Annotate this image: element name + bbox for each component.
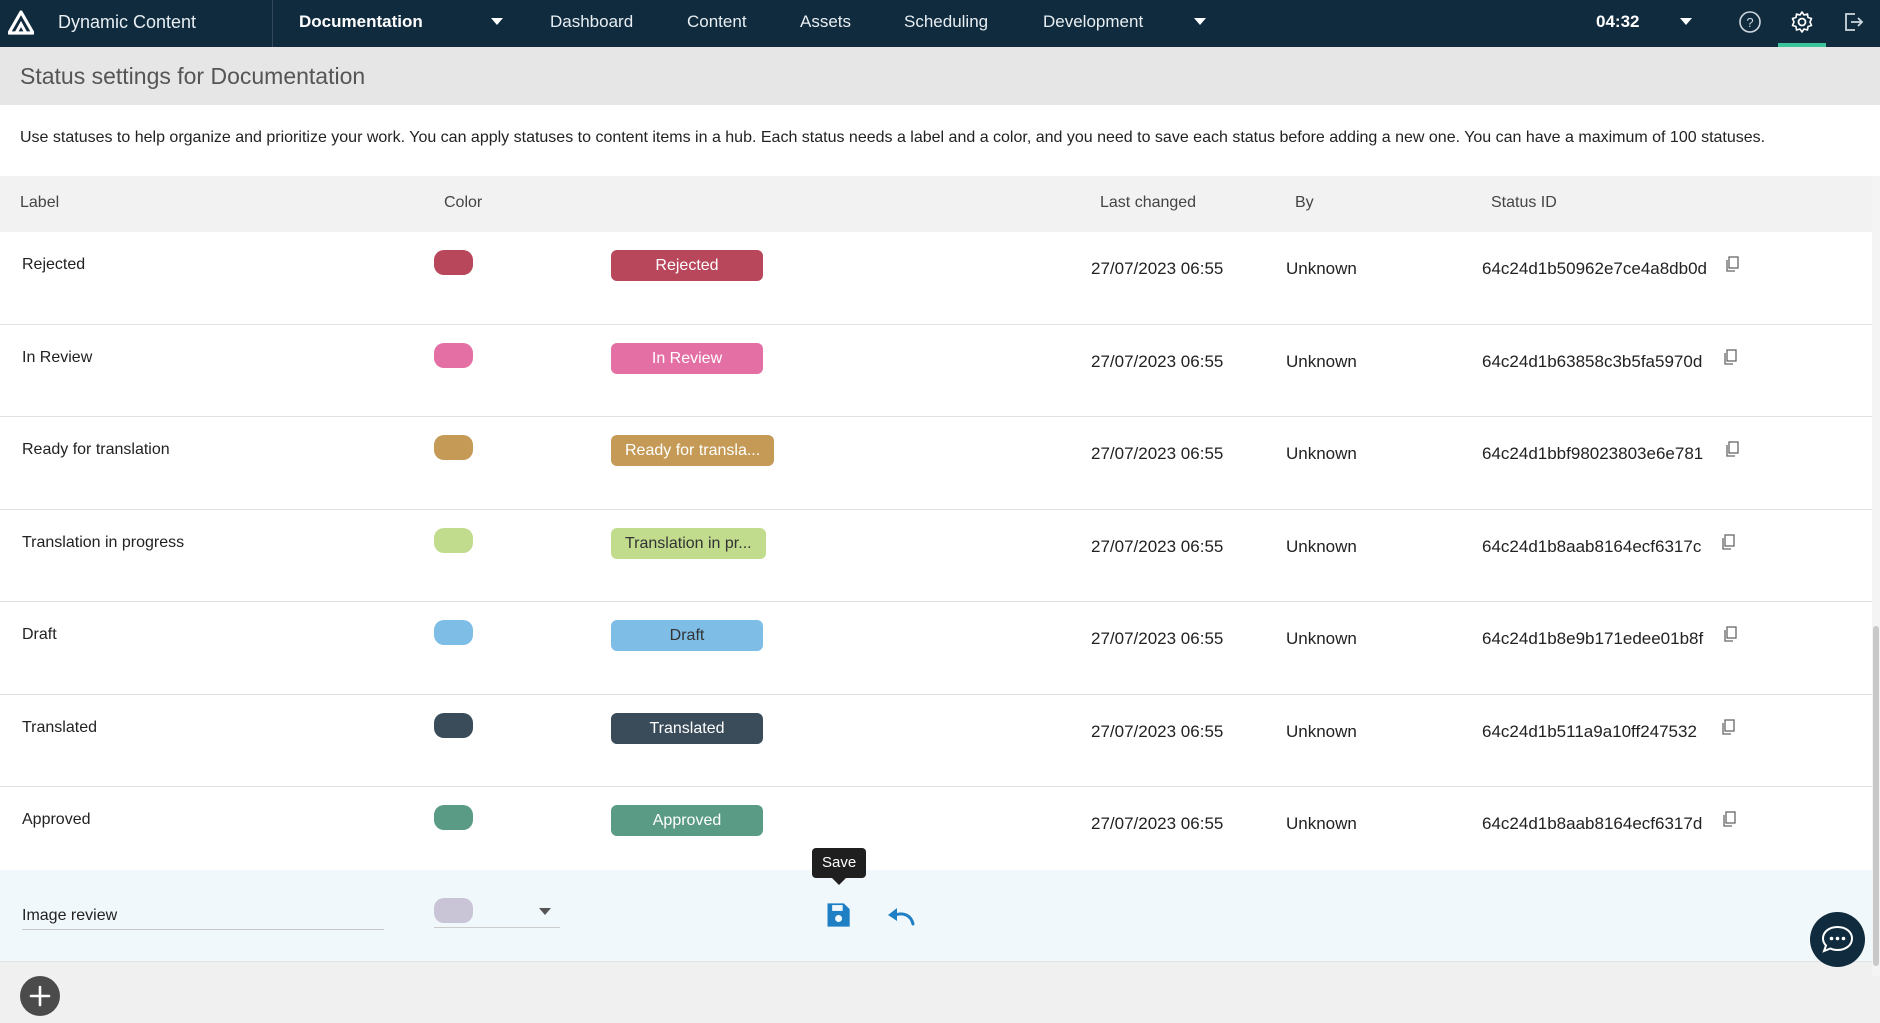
- color-picker-select[interactable]: [434, 896, 560, 928]
- nav-content[interactable]: Content: [687, 0, 747, 44]
- status-pill: In Review: [611, 342, 763, 374]
- time-display[interactable]: 04:32: [1596, 0, 1639, 44]
- chat-button[interactable]: [1810, 912, 1865, 967]
- status-pill: Approved: [611, 805, 763, 836]
- color-chevron-down-icon[interactable]: [539, 908, 551, 915]
- status-label: Translation in progress: [22, 533, 185, 551]
- column-header-by: By: [1295, 194, 1314, 211]
- copy-icon[interactable]: [1723, 626, 1737, 642]
- status-id: 64c24d1b8e9b171edee01b8f: [1482, 629, 1704, 648]
- changed-by: Unknown: [1286, 351, 1357, 371]
- column-header-last-changed: Last changed: [1100, 194, 1197, 211]
- add-status-button[interactable]: [20, 976, 60, 1016]
- last-changed: 27/07/2023 06:55: [1091, 814, 1224, 833]
- table-header: Label Color Last changed By Status ID: [0, 176, 1872, 232]
- settings-icon[interactable]: [1790, 10, 1814, 34]
- nav-development[interactable]: Development: [1043, 0, 1143, 44]
- app-logo-icon[interactable]: [8, 10, 34, 36]
- status-pill: Rejected: [611, 250, 763, 281]
- development-chevron-down-icon[interactable]: [1194, 18, 1206, 25]
- chat-bubble-icon: [1821, 925, 1854, 953]
- last-changed: 27/07/2023 06:55: [1091, 721, 1224, 741]
- changed-by: Unknown: [1286, 444, 1357, 463]
- nav-divider: [272, 0, 273, 47]
- table-row[interactable]: Translated Translated 27/07/2023 06:55 Unkn…: [0, 694, 1872, 787]
- copy-icon[interactable]: [1723, 348, 1737, 365]
- page-title: Status settings for Documentation: [20, 63, 366, 89]
- time-chevron-down-icon[interactable]: [1680, 18, 1692, 25]
- copy-icon[interactable]: [1725, 441, 1739, 457]
- table-row[interactable]: Approved Approved 27/07/2023 06:55 Unknown 6…: [0, 787, 1872, 880]
- status-id: 64c24d1b511a9a10ff247532: [1482, 721, 1697, 741]
- last-changed: 27/07/2023 06:55: [1091, 629, 1224, 648]
- table-row[interactable]: Translation in progress Translation in pr…: [0, 509, 1872, 602]
- color-swatch: [434, 342, 473, 368]
- copy-icon[interactable]: [1721, 533, 1735, 550]
- status-pill: Translated: [611, 712, 763, 744]
- color-swatch: [434, 712, 473, 738]
- status-pill: Ready for transla...: [611, 435, 775, 466]
- last-changed: 27/07/2023 06:55: [1091, 444, 1224, 463]
- changed-by: Unknown: [1286, 259, 1357, 278]
- column-header-color: Color: [444, 194, 483, 211]
- save-tooltip: Save: [812, 848, 867, 885]
- selected-color-swatch: [434, 898, 473, 923]
- status-id: 64c24d1bbf98023803e6e781: [1482, 444, 1704, 463]
- copy-icon[interactable]: [1721, 718, 1735, 735]
- color-swatch: [434, 250, 473, 275]
- svg-text:?: ?: [1746, 15, 1753, 30]
- status-label: In Review: [22, 348, 93, 366]
- app-name[interactable]: Dynamic Content: [58, 0, 196, 44]
- color-swatch: [434, 620, 473, 645]
- table-row[interactable]: Rejected Rejected 27/07/2023 06:55 Unknown 6…: [0, 232, 1872, 325]
- color-swatch: [434, 805, 473, 830]
- status-label: Translated: [22, 718, 97, 736]
- new-status-row: [0, 870, 1872, 962]
- status-id: 64c24d1b50962e7ce4a8db0d: [1482, 259, 1708, 278]
- undo-icon[interactable]: [886, 904, 916, 928]
- status-id: 64c24d1b8aab8164ecf6317c: [1482, 536, 1702, 556]
- status-pill: Draft: [611, 620, 763, 651]
- changed-by: Unknown: [1286, 629, 1357, 648]
- scrollbar-thumb[interactable]: [1873, 626, 1879, 966]
- column-header-status-id: Status ID: [1491, 194, 1557, 211]
- changed-by: Unknown: [1286, 721, 1357, 741]
- table-row[interactable]: Draft Draft 27/07/2023 06:55 Unknown 64c24d1…: [0, 602, 1872, 695]
- changed-by: Unknown: [1286, 536, 1357, 556]
- hub-chevron-down-icon[interactable]: [491, 18, 503, 25]
- nav-assets[interactable]: Assets: [800, 0, 851, 44]
- hub-selector[interactable]: Documentation: [299, 0, 423, 44]
- last-changed: 27/07/2023 06:55: [1091, 351, 1224, 371]
- nav-dashboard[interactable]: Dashboard: [550, 0, 633, 44]
- status-id: 64c24d1b8aab8164ecf6317d: [1482, 814, 1703, 833]
- copy-icon[interactable]: [1725, 256, 1739, 272]
- status-label: Ready for translation: [22, 441, 170, 458]
- title-bar: Status settings for Documentation: [0, 47, 1880, 105]
- changed-by: Unknown: [1286, 814, 1357, 833]
- logout-icon[interactable]: [1841, 10, 1865, 34]
- status-label: Approved: [22, 811, 91, 828]
- copy-icon[interactable]: [1722, 811, 1736, 827]
- last-changed: 27/07/2023 06:55: [1091, 536, 1224, 556]
- last-changed: 27/07/2023 06:55: [1091, 259, 1224, 278]
- description-panel: Use statuses to help organize and priori…: [0, 105, 1880, 176]
- top-nav: Dynamic Content Documentation Dashboard …: [0, 0, 1880, 47]
- status-pill: Translation in pr...: [611, 527, 766, 559]
- status-label: Rejected: [22, 256, 86, 273]
- table-row[interactable]: In Review In Review 27/07/2023 06:55 Unknow…: [0, 324, 1872, 417]
- table-row[interactable]: Ready for translation Ready for transla..…: [0, 417, 1872, 510]
- status-table-body: Rejected Rejected 27/07/2023 06:55 Unknown 6…: [0, 232, 1872, 880]
- column-header-label: Label: [20, 194, 60, 211]
- status-label: Draft: [22, 626, 57, 643]
- status-label-input[interactable]: [22, 902, 384, 930]
- color-swatch: [434, 435, 473, 460]
- nav-scheduling[interactable]: Scheduling: [904, 0, 988, 44]
- help-icon[interactable]: ?: [1738, 10, 1762, 34]
- page-description: Use statuses to help organize and priori…: [20, 129, 1766, 146]
- color-swatch: [434, 527, 473, 553]
- plus-icon: [29, 985, 51, 1007]
- save-icon[interactable]: [824, 901, 852, 929]
- vertical-scrollbar[interactable]: [1872, 176, 1880, 976]
- status-id: 64c24d1b63858c3b5fa5970d: [1482, 351, 1703, 371]
